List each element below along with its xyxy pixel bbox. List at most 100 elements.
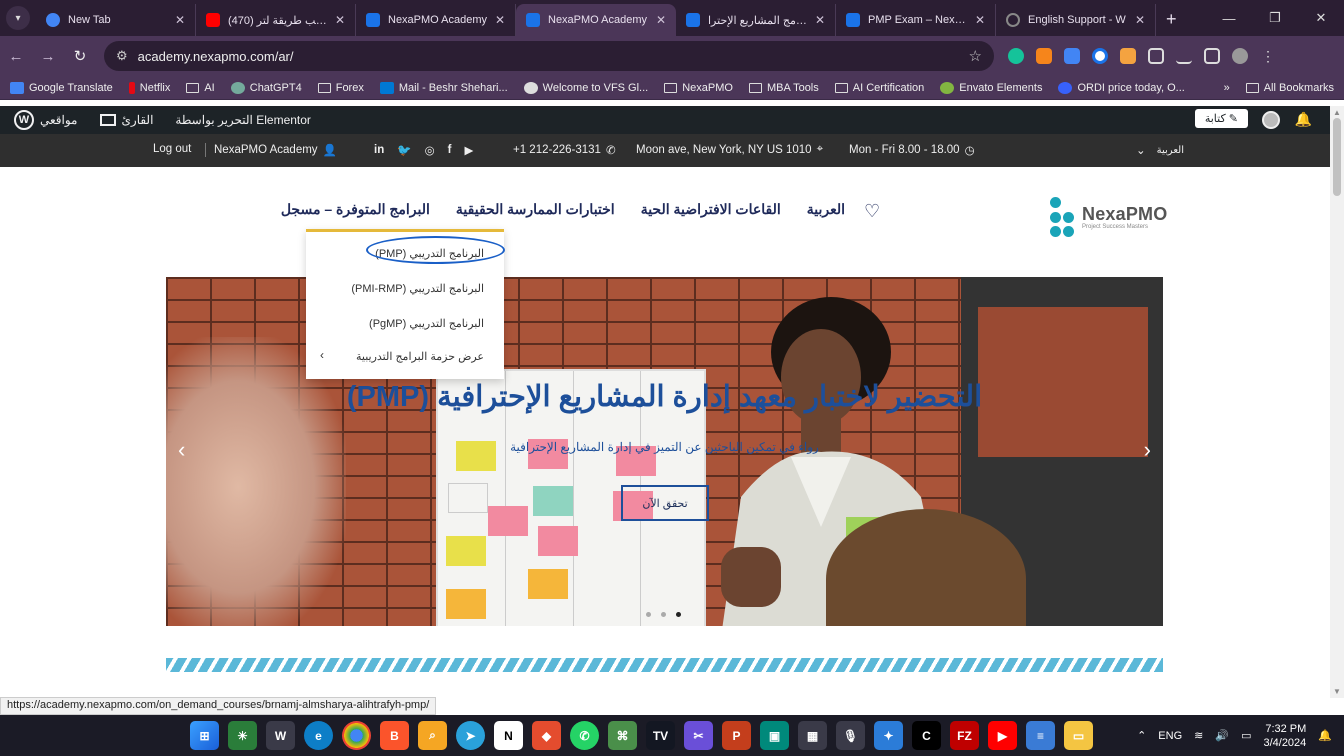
youtube-icon[interactable]: ▶ bbox=[464, 143, 473, 157]
bookmark-vfs[interactable]: Welcome to VFS Gl... bbox=[523, 81, 648, 94]
youtube-icon[interactable]: ▶ bbox=[988, 721, 1017, 750]
bookmark-netflix[interactable]: Netflix bbox=[128, 81, 170, 94]
site-logo[interactable]: NexaPMO Project Success Masters bbox=[1048, 195, 1167, 239]
profile-avatar[interactable] bbox=[1232, 48, 1248, 64]
input-language[interactable]: ENG bbox=[1158, 730, 1182, 742]
nav-practice-tests[interactable]: اختبارات الممارسة الحقيقية bbox=[456, 201, 615, 218]
reload-icon[interactable]: ↻ bbox=[64, 47, 96, 65]
user-avatar[interactable] bbox=[1262, 111, 1280, 129]
bookmark-envato[interactable]: Envato Elements bbox=[940, 81, 1042, 94]
site-info-icon[interactable]: ⚙ bbox=[116, 48, 128, 64]
battery-icon[interactable]: ▭ bbox=[1241, 729, 1251, 742]
dropdown-item-bundle[interactable]: عرض حزمة البرامج التدريبية bbox=[356, 350, 484, 363]
bookmark-folder-forex[interactable]: Forex bbox=[317, 82, 364, 94]
nav-available-programs[interactable]: البرامج المتوفرة – مسجل bbox=[281, 201, 430, 218]
powerpoint-icon[interactable]: P bbox=[722, 721, 751, 750]
metamask-icon[interactable] bbox=[1036, 48, 1052, 64]
puzzle-icon[interactable] bbox=[1148, 48, 1164, 64]
dropdown-item-pmi-rmp[interactable]: البرنامج التدريبي (PMI-RMP) bbox=[351, 282, 484, 295]
close-window-icon[interactable]: ✕ bbox=[1298, 0, 1344, 36]
volume-icon[interactable]: 🔊 bbox=[1215, 729, 1229, 742]
notion-icon[interactable]: N bbox=[494, 721, 523, 750]
notifications-icon[interactable]: 🔔 bbox=[1295, 111, 1312, 128]
bookmark-folder-ai[interactable]: AI bbox=[186, 82, 215, 94]
tab-search-button[interactable]: ▾ bbox=[6, 6, 30, 30]
nav-arabic[interactable]: العربية bbox=[807, 201, 845, 218]
bookmark-folder-nexapmo[interactable]: NexaPMO bbox=[664, 82, 733, 94]
linkedin-icon[interactable]: in bbox=[374, 144, 384, 156]
translate-icon[interactable] bbox=[1064, 48, 1080, 64]
close-icon[interactable]: ✕ bbox=[656, 13, 666, 27]
back-icon[interactable]: ← bbox=[0, 48, 32, 65]
page-scrollbar[interactable]: ▲ ▼ bbox=[1330, 106, 1344, 698]
reader-link[interactable]: القارئ bbox=[99, 113, 153, 127]
capcut-icon[interactable]: C bbox=[912, 721, 941, 750]
address-bar[interactable]: ⚙ academy.nexapmo.com/ar/ ☆ bbox=[104, 41, 994, 71]
tab-nexapmo-active[interactable]: NexaPMO Academy ✕ bbox=[516, 4, 676, 36]
menu-icon[interactable]: ⋮ bbox=[1260, 48, 1276, 64]
new-tab-button[interactable]: + bbox=[1156, 9, 1187, 36]
tab-new-tab[interactable]: New Tab ✕ bbox=[36, 4, 196, 36]
notepad-icon[interactable]: ≡ bbox=[1026, 721, 1055, 750]
minimize-icon[interactable]: — bbox=[1206, 0, 1252, 36]
bookmark-google-translate[interactable]: Google Translate bbox=[10, 81, 113, 94]
media-icon[interactable] bbox=[1176, 48, 1192, 64]
sidepanel-icon[interactable] bbox=[1204, 48, 1220, 64]
tab-program[interactable]: برنامج المشاريع الإحترا ✕ bbox=[676, 4, 836, 36]
bookmark-chatgpt4[interactable]: ChatGPT4 bbox=[230, 81, 302, 94]
wordpress-icon[interactable]: W bbox=[266, 721, 295, 750]
write-button[interactable]: كتابة ✎ bbox=[1194, 109, 1248, 128]
bookmark-folder-mba-tools[interactable]: MBA Tools bbox=[748, 82, 819, 94]
forward-icon[interactable]: → bbox=[32, 48, 64, 65]
more-bookmarks-button[interactable]: » bbox=[1224, 82, 1230, 94]
tab-nexapmo-1[interactable]: NexaPMO Academy ✕ bbox=[356, 4, 516, 36]
grammarly-icon[interactable] bbox=[1008, 48, 1024, 64]
all-bookmarks-button[interactable]: All Bookmarks bbox=[1245, 82, 1334, 94]
slider-dot[interactable] bbox=[661, 612, 666, 617]
snipping-icon[interactable]: ✂ bbox=[684, 721, 713, 750]
twitter-icon[interactable]: 🐦 bbox=[397, 143, 411, 157]
bookmark-star-icon[interactable]: ☆ bbox=[969, 47, 982, 65]
slider-next-icon[interactable]: › bbox=[1144, 437, 1151, 463]
scroll-up-icon[interactable]: ▲ bbox=[1333, 108, 1341, 117]
maximize-icon[interactable]: ❐ bbox=[1252, 0, 1298, 36]
clock[interactable]: 7:32 PM 3/4/2024 bbox=[1263, 722, 1306, 750]
chevron-up-icon[interactable]: ⌃ bbox=[1137, 729, 1146, 742]
network-icon[interactable]: ⌘ bbox=[608, 721, 637, 750]
slider-dot-active[interactable] bbox=[676, 612, 681, 617]
tab-youtube[interactable]: (470) أنسب طريقة لتر ✕ bbox=[196, 4, 356, 36]
account-link[interactable]: NexaPMO Academy 👤 bbox=[205, 143, 337, 157]
edge-icon[interactable]: e bbox=[304, 721, 333, 750]
scroll-thumb[interactable] bbox=[1333, 118, 1341, 196]
close-icon[interactable]: ✕ bbox=[335, 13, 345, 27]
search-icon[interactable]: ⌕ bbox=[418, 721, 447, 750]
wordpress-icon[interactable]: W bbox=[14, 110, 34, 130]
logout-link[interactable]: Log out bbox=[153, 143, 191, 155]
elementor-edit-link[interactable]: التحرير بواسطة Elementor bbox=[175, 113, 311, 127]
wishlist-heart-icon[interactable]: ♡ bbox=[864, 201, 880, 222]
close-icon[interactable]: ✕ bbox=[175, 13, 185, 27]
bookmark-ordi[interactable]: ORDI price today, O... bbox=[1058, 81, 1185, 94]
filezilla-icon[interactable]: FZ bbox=[950, 721, 979, 750]
pen-icon[interactable] bbox=[1120, 48, 1136, 64]
widgets-icon[interactable]: ☀ bbox=[228, 721, 257, 750]
scroll-down-icon[interactable]: ▼ bbox=[1333, 687, 1341, 696]
close-icon[interactable]: ✕ bbox=[815, 13, 825, 27]
bookmark-folder-ai-certification[interactable]: AI Certification bbox=[834, 82, 924, 94]
dropdown-item-pgmp[interactable]: البرنامج التدريبي (PgMP) bbox=[369, 317, 484, 330]
tab-english-support[interactable]: English Support - W ✕ bbox=[996, 4, 1156, 36]
close-icon[interactable]: ✕ bbox=[975, 13, 985, 27]
file-explorer-icon[interactable]: ▭ bbox=[1064, 721, 1093, 750]
tab-pmp-exam[interactable]: PMP Exam – NexaPM ✕ bbox=[836, 4, 996, 36]
app-icon[interactable]: ◆ bbox=[532, 721, 561, 750]
close-icon[interactable]: ✕ bbox=[1135, 13, 1145, 27]
brave-icon[interactable]: B bbox=[380, 721, 409, 750]
start-icon[interactable]: ⊞ bbox=[190, 721, 219, 750]
my-sites-link[interactable]: مواقعي bbox=[40, 113, 78, 127]
instagram-icon[interactable]: ◎ bbox=[425, 143, 435, 157]
close-icon[interactable]: ✕ bbox=[495, 13, 505, 27]
wifi-icon[interactable]: ≋ bbox=[1194, 729, 1203, 742]
notification-bell-icon[interactable]: 🔔 bbox=[1318, 729, 1332, 742]
bookmark-mail[interactable]: Mail - Beshr Shehari... bbox=[379, 81, 508, 94]
extension-icon[interactable] bbox=[1092, 48, 1108, 64]
